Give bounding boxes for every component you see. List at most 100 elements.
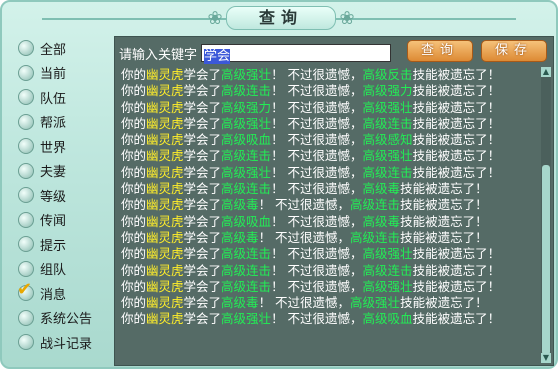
channel-filter-item[interactable]: 世界	[10, 134, 112, 159]
log-learned: 学会了	[183, 67, 222, 82]
log-prefix: 你的	[121, 311, 147, 327]
log-line: 你的幽灵虎学会了高级连击！ 不过很遗憾，高级毒技能被遗忘了！	[121, 181, 539, 197]
channel-filter-item[interactable]: 等级	[10, 183, 112, 208]
radio-button-icon[interactable]	[18, 334, 34, 351]
channel-filter-item[interactable]: 全部	[10, 36, 112, 61]
log-learned: 学会了	[183, 229, 222, 245]
query-button[interactable]: 查询	[407, 40, 473, 62]
channel-filter-item[interactable]: 帮派	[10, 110, 112, 135]
log-regret: ！ 不过很遗憾，	[271, 181, 363, 197]
radio-button-icon[interactable]: ✔	[17, 279, 34, 302]
log-scrollbar[interactable]: ▲ ▼	[541, 67, 551, 363]
log-prefix: 你的	[121, 229, 147, 245]
forgotten-skill: 高级强壮	[362, 278, 413, 294]
pet-name: 幽灵虎	[146, 67, 184, 82]
log-prefix: 你的	[121, 181, 147, 197]
radio-button-icon[interactable]	[18, 187, 34, 204]
channel-filter-label: 当前	[40, 67, 67, 83]
pet-name: 幽灵虎	[146, 197, 184, 213]
channel-filter-item[interactable]: 战斗记录	[10, 330, 112, 355]
log-suffix: 技能被遗忘了！	[400, 213, 488, 229]
log-learned: 学会了	[183, 115, 222, 131]
radio-button-icon[interactable]	[18, 40, 34, 57]
log-suffix: 技能被遗忘了！	[412, 148, 501, 164]
radio-button-icon[interactable]	[18, 113, 34, 130]
pet-name: 幽灵虎	[146, 181, 184, 197]
channel-filter-item[interactable]: 提示	[10, 232, 112, 257]
forgotten-skill: 高级反击	[362, 67, 413, 82]
forgotten-skill: 高级强力	[362, 83, 413, 99]
log-regret: ！ 不过很遗憾，	[271, 262, 363, 278]
pet-name: 幽灵虎	[146, 311, 184, 327]
channel-filter-item[interactable]: 夫妻	[10, 159, 112, 184]
channel-filter-label: 全部	[40, 42, 67, 58]
channel-filter-item[interactable]: 队伍	[10, 85, 112, 110]
save-button[interactable]: 保存	[481, 40, 547, 62]
checkmark-icon: ✔	[17, 279, 33, 301]
pet-name: 幽灵虎	[146, 295, 184, 311]
radio-button-icon[interactable]	[18, 309, 34, 326]
log-regret: ！ 不过很遗憾，	[271, 67, 363, 82]
log-prefix: 你的	[121, 148, 147, 164]
log-learned: 学会了	[183, 262, 222, 278]
log-prefix: 你的	[121, 246, 147, 262]
message-log: 你的幽灵虎学会了高级强壮！ 不过很遗憾，高级反击技能被遗忘了！ 你的幽灵虎学会了高…	[121, 67, 539, 328]
learned-skill: 高级连击	[221, 246, 272, 262]
learned-skill: 高级毒	[221, 197, 259, 213]
channel-filter-item[interactable]: 系统公告	[10, 306, 112, 331]
channel-filter-item[interactable]: ✔ 消息	[10, 279, 112, 306]
channel-filter-list: 全部当前队伍帮派世界夫妻等级传闻 提示 组队 ✔ 消息 系统公告 战斗记录	[10, 36, 112, 358]
channel-filter-label: 夫妻	[40, 165, 67, 181]
pet-name: 幽灵虎	[146, 115, 184, 131]
learned-skill: 高级连击	[221, 262, 272, 278]
title-ornament-left-icon: ❀	[207, 8, 223, 29]
log-regret: ！ 不过很遗憾，	[271, 148, 363, 164]
log-line: 你的幽灵虎学会了高级强力！ 不过很遗憾，高级强壮技能被遗忘了！	[121, 100, 539, 116]
forgotten-skill: 高级强壮	[362, 246, 413, 262]
log-regret: ！ 不过很遗憾，	[271, 213, 363, 229]
channel-filter-item[interactable]: 传闻	[10, 208, 112, 233]
log-regret: ！ 不过很遗憾，	[271, 246, 363, 262]
log-suffix: 技能被遗忘了！	[412, 99, 501, 115]
log-regret: ！ 不过很遗憾，	[271, 83, 363, 99]
learned-skill: 高级强力	[221, 99, 272, 115]
log-suffix: 技能被遗忘了！	[412, 67, 501, 82]
radio-button-icon[interactable]	[18, 138, 34, 155]
log-line: 你的幽灵虎学会了高级强壮！ 不过很遗憾，高级反击技能被遗忘了！	[121, 67, 539, 83]
forgotten-skill: 高级连击	[362, 164, 413, 180]
log-line: 你的幽灵虎学会了高级毒！ 不过很遗憾，高级连击技能被遗忘了！	[121, 230, 539, 246]
channel-filter-item[interactable]: 组队	[10, 257, 112, 282]
log-learned: 学会了	[183, 164, 222, 180]
title-divider-left	[42, 18, 226, 20]
log-prefix: 你的	[121, 115, 147, 131]
scroll-down-arrow-icon[interactable]: ▼	[541, 353, 551, 363]
log-learned: 学会了	[183, 213, 222, 229]
pet-name: 幽灵虎	[146, 132, 184, 148]
log-suffix: 技能被遗忘了！	[412, 262, 501, 278]
pet-name: 幽灵虎	[146, 278, 184, 294]
search-row: 请输入关键字 学会	[119, 41, 392, 65]
log-prefix: 你的	[121, 295, 147, 311]
radio-button-icon[interactable]	[18, 64, 34, 81]
radio-button-icon[interactable]	[18, 89, 34, 106]
log-prefix: 你的	[121, 278, 147, 294]
forgotten-skill: 高级感知	[362, 132, 413, 148]
scroll-thumb[interactable]	[542, 165, 550, 355]
learned-skill: 高级连击	[221, 83, 272, 99]
channel-filter-label: 等级	[40, 189, 67, 205]
channel-filter-item[interactable]: 当前	[10, 61, 112, 86]
log-prefix: 你的	[121, 99, 147, 115]
search-input[interactable]: 学会	[201, 44, 392, 64]
forgotten-skill: 高级毒	[362, 213, 401, 229]
pet-name: 幽灵虎	[146, 148, 184, 164]
radio-button-icon[interactable]	[18, 236, 34, 253]
title-ornament-right-icon: ❀	[339, 8, 355, 29]
radio-button-icon[interactable]	[18, 162, 34, 179]
radio-button-icon[interactable]	[18, 211, 34, 228]
forgotten-skill: 高级吸血	[362, 311, 413, 327]
log-suffix: 技能被遗忘了！	[400, 181, 488, 197]
radio-button-icon[interactable]	[18, 260, 34, 277]
channel-filter-label: 帮派	[40, 116, 67, 132]
pet-name: 幽灵虎	[146, 213, 184, 229]
scroll-up-arrow-icon[interactable]: ▲	[541, 67, 551, 77]
